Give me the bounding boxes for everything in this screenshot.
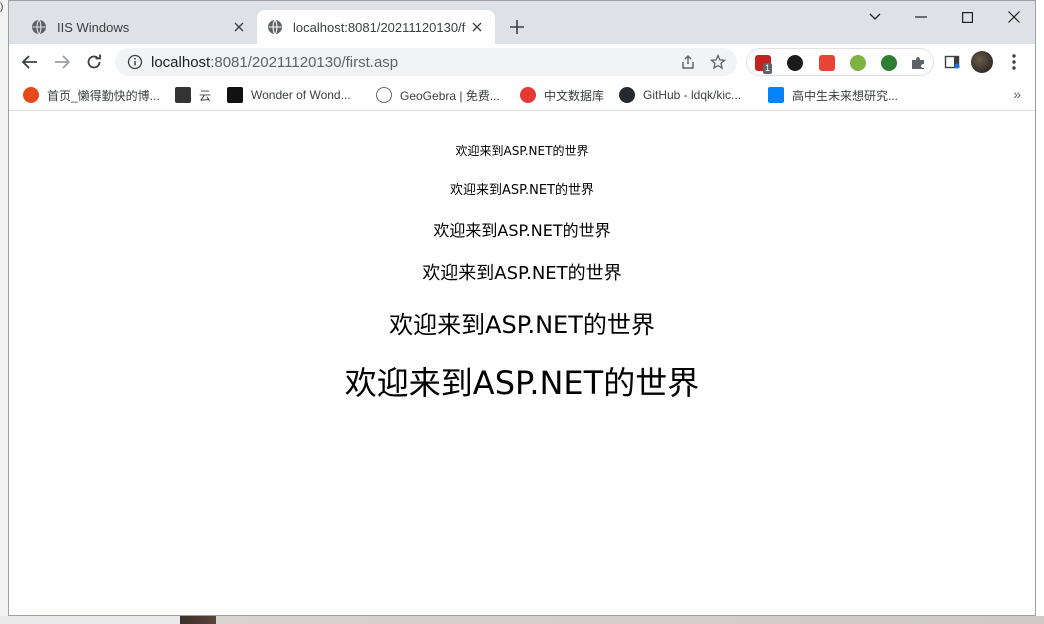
extensions-group: 1 (746, 48, 934, 76)
url-host: localhost (151, 53, 211, 71)
tab-close-icon[interactable] (229, 17, 249, 37)
bookmark-item[interactable]: 中文数据库 (520, 86, 604, 104)
bookmark-label: 高中生未来想研究... (792, 88, 899, 103)
url-path: :8081/20211120130/first.asp (210, 53, 399, 71)
bookmark-label: GeoGebra | 免费... (400, 88, 500, 103)
zhihu-icon (768, 87, 784, 103)
browser-toolbar: localhost:8081/20211120130/first.asp 1 (9, 44, 1035, 79)
welcome-heading-1: 欢迎来到ASP.NET的世界 (344, 364, 700, 402)
welcome-heading-3: 欢迎来到ASP.NET的世界 (422, 263, 622, 284)
sidebar-toggle-icon[interactable] (939, 49, 965, 75)
bookmark-star-icon[interactable] (707, 51, 729, 73)
welcome-heading-6: 欢迎来到ASP.NET的世界 (455, 144, 589, 158)
bookmarks-bar: 首页_懒得勤快的博... 云 Wonder of Wond... GeoGebr… (9, 79, 1035, 111)
desktop-text-fragment: ) (0, 2, 4, 13)
desktop-edge (0, 0, 8, 624)
bookmark-item[interactable]: 首页_懒得勤快的博... (23, 86, 160, 104)
minimize-icon[interactable] (909, 7, 933, 27)
globe-icon (268, 19, 282, 35)
green-plus-icon[interactable] (850, 55, 866, 71)
forward-arrow-icon[interactable] (49, 49, 75, 75)
tab-iis-windows[interactable]: IIS Windows (21, 10, 257, 44)
welcome-heading-2: 欢迎来到ASP.NET的世界 (389, 311, 655, 339)
tab-search-chevron-down-icon[interactable] (863, 7, 887, 27)
strawberry-icon (23, 87, 39, 103)
tab-title: localhost:8081/20211120130/f (293, 19, 466, 35)
back-arrow-icon[interactable] (17, 49, 43, 75)
tab-strip: IIS Windows localhost:8081/20211120130/f (9, 1, 1035, 44)
bookmark-label: GitHub - ldqk/kic... (643, 88, 742, 102)
globe-ext-icon[interactable] (881, 55, 897, 71)
browser-window: IIS Windows localhost:8081/20211120130/f (8, 0, 1036, 616)
maximize-icon[interactable] (955, 7, 979, 27)
bookmarks-overflow-chevron-icon[interactable]: » (1013, 86, 1021, 102)
close-window-icon[interactable] (1002, 7, 1026, 27)
github-icon (619, 87, 635, 103)
geogebra-icon (376, 87, 392, 103)
extension-badge: 1 (763, 63, 773, 74)
tampermonkey-icon[interactable] (787, 55, 803, 71)
bookmark-label: 首页_懒得勤快的博... (47, 88, 160, 103)
welcome-heading-4: 欢迎来到ASP.NET的世界 (433, 221, 611, 240)
red-ext-icon[interactable] (819, 55, 835, 71)
url-text[interactable]: localhost:8081/20211120130/first.asp (151, 54, 677, 71)
pixel-logo-icon (227, 87, 243, 103)
bookmark-item[interactable]: 云 (175, 86, 211, 104)
profile-avatar[interactable] (969, 49, 995, 75)
page-content: 欢迎来到ASP.NET的世界 欢迎来到ASP.NET的世界 欢迎来到ASP.NE… (9, 112, 1035, 615)
bookmark-item[interactable]: GeoGebra | 免费... (376, 86, 500, 104)
tab-title: IIS Windows (57, 19, 130, 35)
puzzle-icon[interactable] (910, 55, 926, 71)
tab-close-icon[interactable] (467, 17, 487, 37)
cloud-ghost-icon (175, 87, 191, 103)
bookmark-item[interactable]: Wonder of Wond... (227, 86, 351, 104)
tab-localhost-first-asp[interactable]: localhost:8081/20211120130/f (257, 10, 495, 44)
share-icon[interactable] (677, 51, 699, 73)
site-info-icon[interactable] (127, 54, 143, 70)
taskbar-edge (0, 616, 1044, 624)
bookmark-item[interactable]: 高中生未来想研究... (768, 86, 898, 104)
reload-icon[interactable] (81, 49, 107, 75)
address-bar[interactable]: localhost:8081/20211120130/first.asp (115, 48, 737, 76)
welcome-heading-5: 欢迎来到ASP.NET的世界 (450, 183, 594, 198)
bookmark-label: Wonder of Wond... (251, 88, 351, 102)
database-icon (520, 87, 536, 103)
menu-kebab-icon[interactable] (1001, 49, 1027, 75)
bookmark-label: 云 (199, 88, 212, 103)
globe-icon (32, 19, 46, 35)
bookmark-label: 中文数据库 (544, 88, 605, 103)
bookmark-item[interactable]: GitHub - ldqk/kic... (619, 86, 741, 104)
new-tab-plus-icon[interactable] (505, 15, 529, 39)
